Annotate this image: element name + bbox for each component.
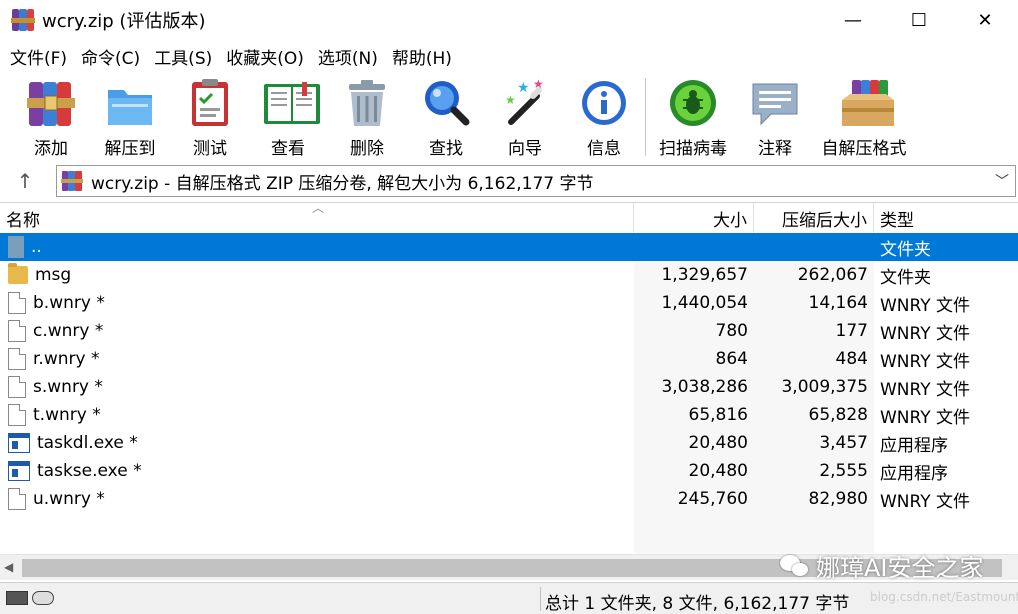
sfx-icon — [838, 76, 894, 130]
svg-text:★: ★ — [533, 77, 544, 91]
file-icon — [8, 488, 26, 510]
menu-bar: 文件(F) 命令(C) 工具(S) 收藏夹(O) 选项(N) 帮助(H) — [0, 42, 462, 70]
svg-text:★: ★ — [505, 93, 516, 107]
winrar-archive-icon — [61, 171, 83, 191]
list-header: 名称 ︿ 大小 压缩后大小 类型 — [0, 201, 1018, 233]
application-icon — [8, 433, 30, 453]
menu-tools[interactable]: 工具(S) — [150, 44, 216, 69]
watermark: 娜璋AI安全之家 — [780, 548, 984, 583]
sfx-button[interactable]: 自解压格式 — [818, 76, 910, 159]
table-row[interactable]: b.wnry * 1,440,054 14,164 WNRY 文件 — [0, 289, 1018, 317]
find-button[interactable]: 查找 — [420, 76, 472, 159]
info-icon — [578, 76, 630, 130]
minimize-button[interactable]: — — [820, 0, 886, 40]
toolbar-separator — [645, 78, 646, 156]
add-button[interactable]: 添加 — [24, 76, 78, 159]
find-icon — [420, 76, 472, 130]
extract-to-button[interactable]: 解压到 — [100, 76, 160, 159]
file-rows: .. 文件夹 msg 1,329,657 262,067 文件夹 b.wnry … — [0, 233, 1018, 513]
file-icon — [8, 320, 26, 342]
extract-to-icon — [104, 76, 156, 130]
column-header-type[interactable]: 类型 — [874, 203, 1018, 233]
table-row[interactable]: u.wnry * 245,760 82,980 WNRY 文件 — [0, 485, 1018, 513]
up-arrow-icon[interactable]: ↑ — [10, 168, 40, 194]
svg-text:★: ★ — [517, 80, 530, 96]
file-icon — [8, 404, 26, 426]
menu-favorites[interactable]: 收藏夹(O) — [222, 44, 308, 69]
virus-scan-icon — [667, 76, 719, 130]
key-icon[interactable] — [32, 591, 54, 605]
add-archive-icon — [25, 76, 77, 130]
table-row[interactable]: taskdl.exe * 20,480 3,457 应用程序 — [0, 429, 1018, 457]
view-icon — [262, 76, 320, 130]
view-button[interactable]: 查看 — [258, 76, 320, 159]
delete-button[interactable]: 删除 — [341, 76, 393, 159]
table-row[interactable]: .. 文件夹 — [0, 233, 1018, 261]
comment-icon — [749, 76, 801, 130]
winrar-app-icon — [11, 9, 35, 31]
window-title: wcry.zip (评估版本) — [42, 11, 206, 32]
folder-icon — [8, 263, 28, 284]
info-button[interactable]: 信息 — [578, 76, 630, 159]
wizard-icon: ★ ★ ★ — [499, 76, 551, 130]
delete-icon — [341, 76, 393, 130]
scroll-left-icon[interactable]: ◀ — [4, 560, 13, 574]
table-row[interactable]: c.wnry * 780 177 WNRY 文件 — [0, 317, 1018, 345]
table-row[interactable]: t.wnry * 65,816 65,828 WNRY 文件 — [0, 401, 1018, 429]
chevron-down-icon[interactable]: ﹀ — [995, 171, 1009, 191]
title-bar: wcry.zip (评估版本) — ☐ ✕ — [0, 0, 1018, 40]
column-header-name[interactable]: 名称 ︿ — [0, 201, 634, 233]
column-header-size[interactable]: 大小 — [634, 203, 754, 233]
file-list: 名称 ︿ 大小 压缩后大小 类型 .. 文件夹 msg 1,329,657 26… — [0, 201, 1018, 554]
sort-ascending-icon: ︿ — [312, 201, 325, 215]
menu-commands[interactable]: 命令(C) — [77, 44, 144, 69]
table-row[interactable]: msg 1,329,657 262,067 文件夹 — [0, 261, 1018, 289]
watermark-url: blog.csdn.net/Eastmount — [870, 590, 1018, 604]
address-text: wcry.zip - 自解压格式 ZIP 压缩分卷, 解包大小为 6,162,1… — [91, 173, 594, 194]
file-icon — [8, 376, 26, 398]
menu-options[interactable]: 选项(N) — [314, 44, 382, 69]
table-row[interactable]: s.wnry * 3,038,286 3,009,375 WNRY 文件 — [0, 373, 1018, 401]
table-row[interactable]: taskse.exe * 20,480 2,555 应用程序 — [0, 457, 1018, 485]
wechat-icon — [780, 553, 810, 579]
test-icon — [184, 76, 236, 130]
menu-file[interactable]: 文件(F) — [6, 44, 71, 69]
maximize-button[interactable]: ☐ — [886, 0, 952, 40]
drive-icon[interactable] — [6, 591, 28, 605]
application-icon — [8, 461, 30, 481]
test-button[interactable]: 测试 — [184, 76, 236, 159]
address-bar: ↑ wcry.zip - 自解压格式 ZIP 压缩分卷, 解包大小为 6,162… — [0, 162, 1018, 200]
menu-help[interactable]: 帮助(H) — [388, 44, 456, 69]
status-divider — [540, 587, 541, 611]
comment-button[interactable]: 注释 — [749, 76, 801, 159]
address-field[interactable]: wcry.zip - 自解压格式 ZIP 压缩分卷, 解包大小为 6,162,1… — [56, 165, 1016, 197]
status-summary: 总计 1 文件夹, 8 文件, 6,162,177 字节 — [545, 594, 850, 614]
column-header-packed[interactable]: 压缩后大小 — [754, 203, 874, 233]
close-button[interactable]: ✕ — [952, 0, 1018, 40]
parent-folder-icon — [8, 236, 24, 258]
file-icon — [8, 292, 26, 314]
table-row[interactable]: r.wnry * 864 484 WNRY 文件 — [0, 345, 1018, 373]
status-bar: 总计 1 文件夹, 8 文件, 6,162,177 字节 — [0, 582, 1018, 614]
virus-scan-button[interactable]: 扫描病毒 — [656, 76, 730, 159]
file-icon — [8, 348, 26, 370]
wizard-button[interactable]: ★ ★ ★ 向导 — [499, 76, 551, 159]
toolbar: 添加 解压到 测试 查看 删除 查找 ★ ★ ★ 向导 信息 扫描病毒 注释 自… — [0, 72, 1018, 160]
